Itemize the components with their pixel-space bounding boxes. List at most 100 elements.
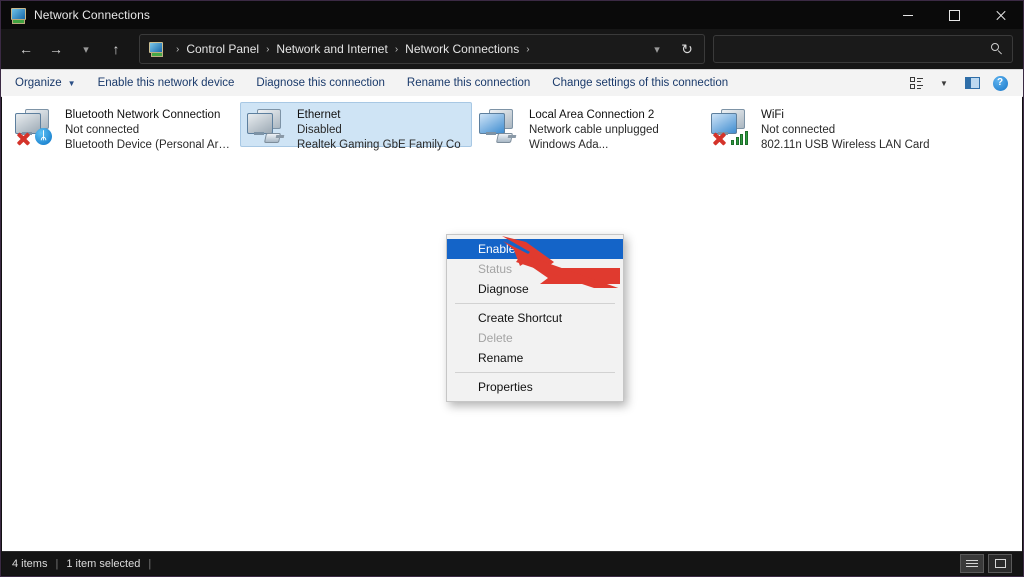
breadcrumb-separator: ›: [526, 43, 530, 55]
diagnose-connection-button[interactable]: Diagnose this connection: [245, 72, 396, 94]
connection-name: WiFi: [761, 109, 784, 121]
network-connections-window: Network Connections ← → ▾ ↑ › Control Pa…: [0, 0, 1024, 577]
menu-item-label: Properties: [478, 380, 533, 394]
shield-icon: [455, 351, 471, 366]
breadcrumb-separator: ›: [176, 43, 180, 55]
status-bar: 4 items | 1 item selected |: [2, 551, 1022, 575]
menu-item-label: Create Shortcut: [478, 311, 563, 325]
preview-pane-button[interactable]: [959, 72, 985, 94]
menu-item-diagnose[interactable]: Diagnose: [447, 279, 623, 299]
chevron-down-icon: ▾: [83, 43, 89, 56]
menu-item-status: Status: [447, 259, 623, 279]
view-mode-buttons: [960, 554, 1012, 573]
change-settings-button[interactable]: Change settings of this connection: [541, 72, 739, 94]
connection-name: Local Area Connection 2: [529, 109, 655, 121]
selection-count: 1 item selected: [66, 557, 141, 570]
breadcrumb[interactable]: › Control Panel › Network and Internet ›…: [139, 34, 705, 64]
title-bar: Network Connections: [1, 1, 1023, 29]
breadcrumb-item-network-and-internet[interactable]: Network and Internet: [274, 42, 389, 56]
status-divider: |: [55, 557, 59, 570]
shield-icon: [455, 242, 471, 257]
connection-item-local-area-connection-2[interactable]: Local Area Connection 2 Network cable un…: [472, 102, 704, 151]
forward-arrow-icon: →: [49, 41, 63, 57]
details-view-button[interactable]: [960, 554, 984, 573]
connection-item-bluetooth[interactable]: ᛦ Bluetooth Network Connection Not conne…: [8, 102, 240, 151]
cable-plug-icon: [495, 129, 517, 145]
signal-bars-icon: [731, 129, 749, 145]
back-arrow-icon: ←: [19, 41, 33, 57]
menu-item-properties[interactable]: Properties: [447, 377, 623, 397]
network-adapter-icon: ᛦ: [13, 107, 61, 147]
recent-locations-button[interactable]: ▾: [71, 35, 101, 63]
connection-status: Disabled: [297, 124, 342, 136]
refresh-icon: ↻: [681, 40, 693, 57]
breadcrumb-dropdown-button[interactable]: ▾: [642, 35, 672, 63]
disabled-x-icon: [710, 129, 728, 147]
breadcrumb-separator: ›: [394, 43, 399, 55]
connection-name: Bluetooth Network Connection: [65, 109, 221, 121]
maximize-button[interactable]: [931, 1, 977, 29]
breadcrumb-item-network-connections[interactable]: Network Connections: [403, 42, 521, 56]
connection-device: Realtek Gaming GbE Family Co: [297, 139, 461, 151]
up-arrow-icon: ↑: [112, 41, 120, 57]
blank-icon: [455, 282, 471, 297]
disabled-x-icon: [14, 129, 32, 147]
status-divider: |: [148, 557, 152, 570]
forward-button[interactable]: →: [41, 35, 71, 63]
menu-item-label: Delete: [478, 331, 513, 345]
address-bar: ← → ▾ ↑ › Control Panel › Network and In…: [1, 29, 1023, 69]
shield-icon: [455, 331, 471, 346]
view-options-button[interactable]: [903, 72, 929, 94]
context-menu[interactable]: Enable Status Diagnose Create Shortcut D…: [446, 234, 624, 402]
bluetooth-icon: ᛦ: [35, 128, 52, 145]
large-icons-view-button[interactable]: [988, 554, 1012, 573]
connection-device: Windows Ada...: [529, 139, 609, 151]
maximize-icon: [948, 9, 960, 21]
search-input[interactable]: [722, 41, 991, 57]
connection-device: Bluetooth Device (Personal Area ...: [65, 139, 235, 151]
command-bar-right: ▼ ?: [903, 72, 1013, 94]
menu-separator: [455, 372, 615, 373]
close-icon: [995, 10, 1006, 21]
window-controls: [885, 1, 1023, 29]
menu-item-label: Enable: [478, 242, 516, 256]
shield-icon: [455, 380, 471, 395]
search-icon: [991, 42, 1004, 56]
item-count: 4 items: [12, 557, 48, 570]
breadcrumb-item-control-panel[interactable]: Control Panel: [184, 42, 261, 56]
search-box[interactable]: [713, 35, 1013, 63]
blank-icon: [455, 262, 471, 277]
menu-item-create-shortcut[interactable]: Create Shortcut: [447, 308, 623, 328]
connection-status: Network cable unplugged: [529, 124, 659, 136]
help-button[interactable]: ?: [987, 72, 1013, 94]
up-button[interactable]: ↑: [101, 35, 131, 63]
menu-separator: [455, 303, 615, 304]
menu-item-rename[interactable]: Rename: [447, 348, 623, 368]
network-adapter-icon: [245, 107, 293, 147]
enable-device-button[interactable]: Enable this network device: [87, 72, 246, 94]
organize-button[interactable]: Organize ▼: [11, 72, 87, 94]
breadcrumb-separator: ›: [266, 43, 270, 55]
menu-item-label: Rename: [478, 351, 524, 365]
connection-item-ethernet[interactable]: Ethernet Disabled Realtek Gaming GbE Fam…: [240, 102, 472, 151]
rename-connection-button[interactable]: Rename this connection: [396, 72, 541, 94]
view-options-dropdown[interactable]: ▼: [931, 72, 957, 94]
chevron-down-icon: ▼: [940, 78, 948, 88]
connection-status: Not connected: [761, 124, 836, 136]
menu-item-enable[interactable]: Enable: [447, 239, 623, 259]
connection-tiles: ᛦ Bluetooth Network Connection Not conne…: [2, 96, 1022, 151]
organize-label: Organize: [15, 77, 62, 89]
chevron-down-icon: ▾: [654, 43, 660, 56]
back-button[interactable]: ←: [11, 35, 41, 63]
cable-plug-icon: [263, 129, 285, 145]
help-icon: ?: [992, 75, 1008, 91]
connection-name: Ethernet: [297, 109, 341, 121]
connection-item-wifi[interactable]: WiFi Not connected 802.11n USB Wireless …: [704, 102, 936, 151]
connections-list-area[interactable]: ᛦ Bluetooth Network Connection Not conne…: [2, 96, 1022, 552]
menu-item-label: Status: [478, 262, 513, 276]
view-options-icon: [909, 77, 923, 90]
minimize-button[interactable]: [885, 1, 931, 29]
refresh-button[interactable]: ↻: [672, 35, 702, 63]
command-bar: Organize ▼ Enable this network device Di…: [1, 69, 1023, 97]
close-button[interactable]: [977, 1, 1023, 29]
